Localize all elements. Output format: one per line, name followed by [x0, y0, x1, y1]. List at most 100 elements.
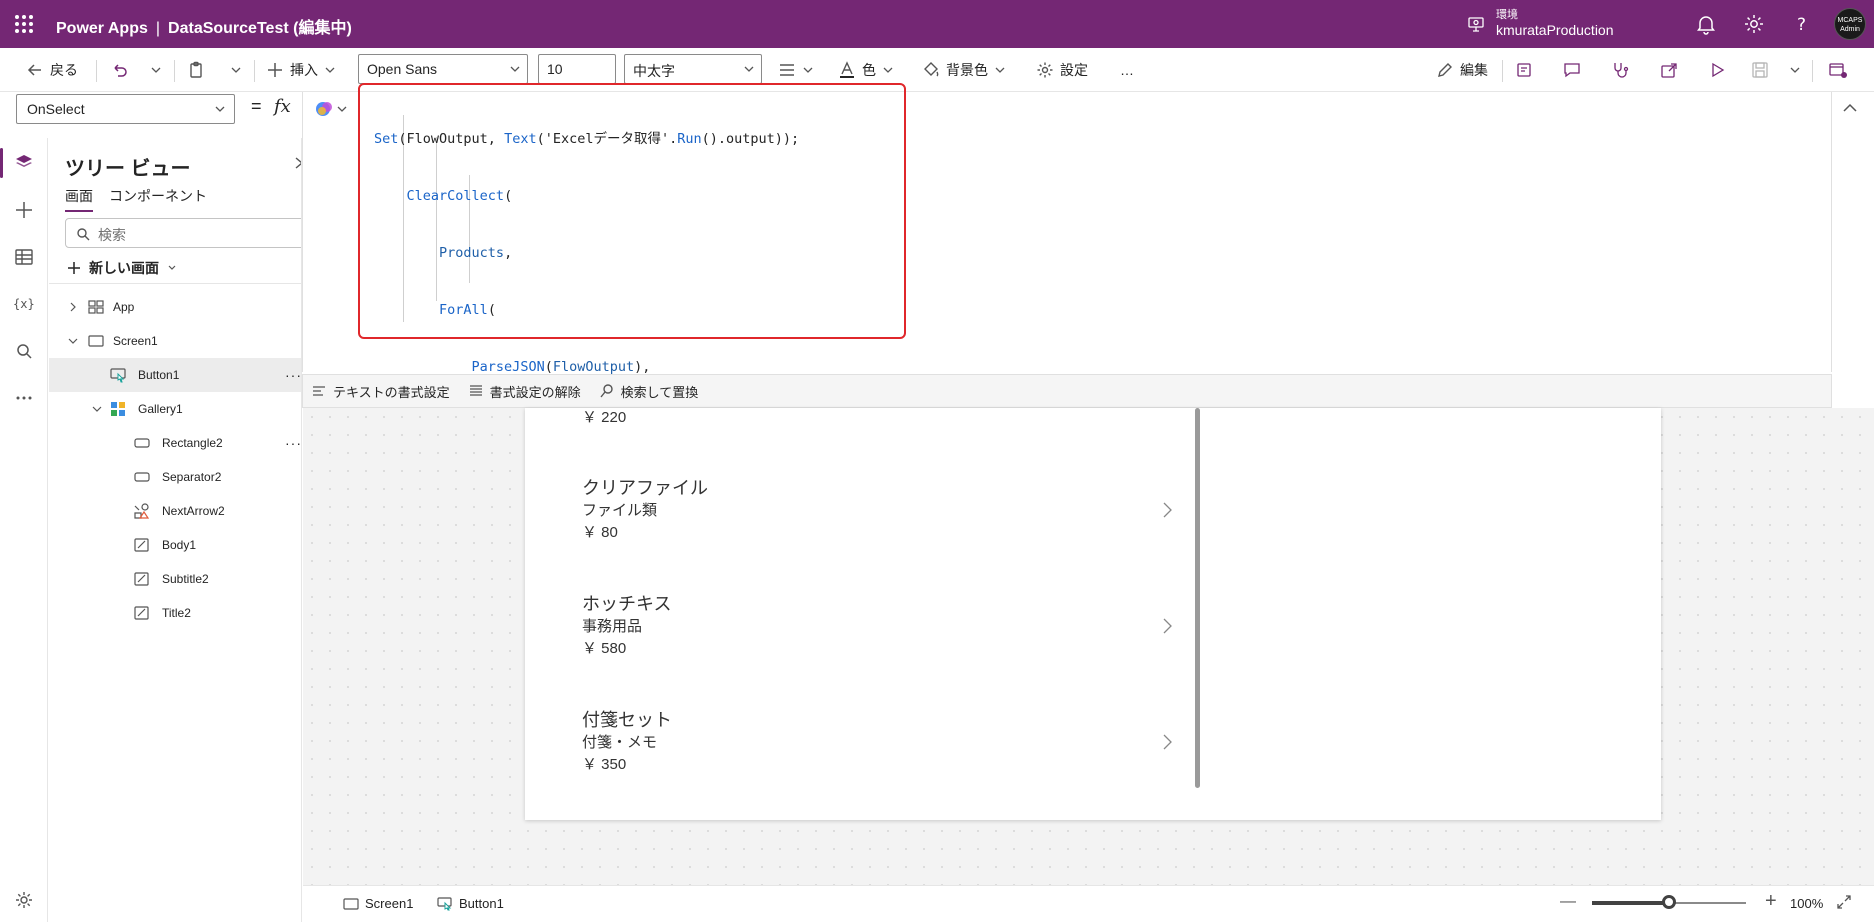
gallery-icon [111, 402, 125, 416]
zoom-in-button[interactable]: + [1765, 890, 1777, 913]
formula-footer: テキストの書式設定 書式設定の解除 検索して置換 [302, 374, 1832, 408]
save-button[interactable] [1751, 58, 1769, 82]
chevron-up-icon[interactable] [1842, 100, 1858, 116]
chevron-down-icon [215, 106, 225, 112]
gallery-scrollbar[interactable] [1195, 408, 1200, 788]
background-color-label: 背景色 [946, 62, 988, 78]
chevron-down-icon [995, 67, 1005, 73]
notification-bell-icon[interactable] [1694, 12, 1718, 36]
app-launcher-icon[interactable] [12, 12, 36, 36]
toolbar-divider [254, 60, 255, 82]
share-button[interactable] [1660, 58, 1678, 82]
remove-format-button[interactable]: 書式設定の解除 [468, 382, 581, 401]
tree-view-layers-icon[interactable] [12, 151, 36, 175]
preview-play-button[interactable] [1708, 58, 1726, 82]
paste-button[interactable] [188, 58, 206, 82]
next-arrow-icon[interactable] [1162, 618, 1172, 634]
tab-screens[interactable]: 画面 [65, 186, 93, 212]
chevron-down-icon[interactable] [67, 335, 79, 347]
tree-node-screen1[interactable]: Screen1 [49, 324, 301, 358]
publish-button[interactable] [1828, 58, 1848, 82]
font-weight-select[interactable]: 中太字 [624, 54, 762, 84]
tree-node-rectangle2[interactable]: Rectangle2 ··· [49, 426, 301, 460]
chevron-down-icon [1790, 67, 1800, 73]
breadcrumb-control[interactable]: Button1 [437, 896, 504, 911]
data-table-icon[interactable] [12, 245, 36, 269]
tab-components[interactable]: コンポーネント [109, 186, 207, 212]
gallery-item-title[interactable]: 付箋セット [582, 706, 672, 732]
tree-node-separator2[interactable]: Separator2 [49, 460, 301, 494]
tree-node-label: Button1 [138, 368, 180, 382]
next-arrow-icon[interactable] [1162, 734, 1172, 750]
font-family-select[interactable]: Open Sans [358, 54, 528, 84]
copilot-button[interactable] [314, 98, 352, 120]
undo-dropdown[interactable] [150, 58, 162, 82]
property-select[interactable]: OnSelect [16, 94, 235, 124]
settings-button[interactable]: 設定 [1036, 58, 1088, 82]
tree-node-title2[interactable]: Title2 [49, 596, 301, 630]
chevron-down-icon[interactable] [91, 403, 103, 415]
font-color-icon [840, 61, 854, 78]
edit-button[interactable]: 編集 [1436, 58, 1488, 82]
tree-view-title: ツリー ビュー [65, 158, 191, 180]
fit-to-window-icon[interactable] [1836, 894, 1852, 910]
gallery-item-title[interactable]: ホッチキス [582, 590, 671, 616]
find-replace-button[interactable]: 検索して置換 [599, 382, 698, 401]
text-align-button[interactable] [778, 58, 814, 82]
back-button[interactable]: 戻る [26, 58, 78, 82]
tree-node-gallery1[interactable]: Gallery1 [49, 392, 301, 426]
gallery-item-title[interactable]: クリアファイル [582, 474, 708, 500]
tree-search-input[interactable]: 検索 [65, 218, 301, 248]
property-value: OnSelect [27, 101, 85, 117]
format-text-button[interactable]: テキストの書式設定 [311, 382, 450, 401]
node-more-button[interactable]: ··· [285, 435, 301, 451]
arrow-left-icon [27, 64, 41, 76]
settings-gear-icon[interactable] [1742, 12, 1766, 36]
breadcrumb-screen[interactable]: Screen1 [343, 896, 413, 911]
zoom-slider-thumb[interactable] [1662, 895, 1676, 909]
undo-button[interactable] [110, 58, 128, 82]
tree-node-app[interactable]: App [49, 290, 301, 324]
fx-label: fx [274, 96, 291, 117]
paste-dropdown[interactable] [230, 58, 242, 82]
settings-gear-icon[interactable] [12, 888, 36, 912]
font-color-label: 色 [862, 62, 876, 78]
app-header: Power Apps | DataSourceTest (編集中) 環境 kmura… [0, 0, 1874, 48]
environment-label: 環境 [1496, 9, 1518, 21]
app-icon [88, 300, 104, 314]
background-color-button[interactable]: 背景色 [922, 58, 1006, 82]
font-size-input[interactable]: 10 [538, 54, 616, 84]
plus-icon [68, 262, 80, 274]
more-commands-button[interactable]: … [1120, 58, 1134, 82]
new-screen-button[interactable]: 新しい画面 [67, 258, 177, 278]
tree-node-subtitle2[interactable]: Subtitle2 [49, 562, 301, 596]
share-icon [1661, 63, 1677, 78]
settings-label: 設定 [1060, 62, 1088, 78]
more-options-icon[interactable] [12, 386, 36, 410]
tree-node-button1[interactable]: Button1 ··· [49, 358, 301, 392]
comments-button[interactable] [1563, 58, 1581, 82]
clipboard-icon [190, 61, 202, 78]
help-icon[interactable]: ? [1790, 12, 1814, 36]
tree-node-label: NextArrow2 [162, 504, 225, 518]
environment-picker[interactable]: 環境 kmurataProduction [1462, 4, 1662, 44]
environment-name: kmurataProduction [1496, 22, 1614, 38]
next-arrow-icon[interactable] [1162, 502, 1172, 518]
gear-icon [1037, 62, 1053, 78]
node-more-button[interactable]: ··· [285, 367, 301, 383]
variables-icon[interactable]: {x} [12, 292, 36, 316]
chevron-right-icon[interactable] [293, 156, 301, 170]
app-checker-button[interactable] [1611, 58, 1629, 82]
zoom-out-button[interactable]: — [1560, 893, 1576, 911]
font-color-button[interactable]: 色 [838, 58, 894, 82]
insert-button[interactable]: 挿入 [266, 58, 336, 82]
app-screen-preview[interactable] [525, 408, 1661, 820]
tree-node-body1[interactable]: Body1 [49, 528, 301, 562]
insert-plus-icon[interactable] [12, 198, 36, 222]
tree-node-nextarrow2[interactable]: NextArrow2 [49, 494, 301, 528]
chevron-right-icon[interactable] [67, 301, 79, 313]
save-dropdown[interactable] [1789, 58, 1801, 82]
notes-button[interactable] [1515, 58, 1533, 82]
user-avatar[interactable]: MCAPS Admin [1834, 8, 1866, 40]
search-icon[interactable] [12, 339, 36, 363]
